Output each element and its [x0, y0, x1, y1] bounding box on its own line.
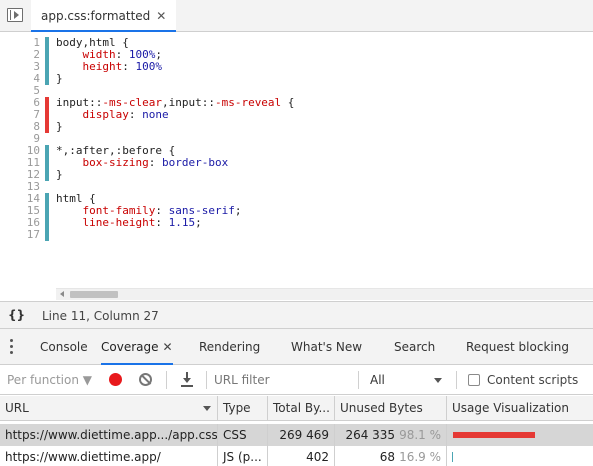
code-text: }: [56, 72, 63, 85]
code-line[interactable]: 7 display: none: [0, 109, 593, 121]
content-scripts-label: Content scripts: [487, 373, 579, 387]
code-line[interactable]: 8}: [0, 121, 593, 133]
url-cell: https://www.diettime.app.../app.css: [0, 424, 218, 446]
code-line[interactable]: 16 line-height: 1.15;: [0, 217, 593, 229]
column-header-unused-bytes[interactable]: Unused Bytes: [335, 396, 447, 420]
code-text: }: [56, 120, 63, 133]
column-header-usage-visualization[interactable]: Usage Visualization: [447, 396, 593, 420]
record-icon[interactable]: [109, 373, 122, 386]
code-text: display: none: [82, 108, 169, 121]
coverage-marker: [45, 121, 49, 133]
pretty-print-icon[interactable]: {}: [8, 308, 25, 322]
coverage-marker: [45, 157, 49, 169]
tab-console[interactable]: Console: [40, 329, 88, 365]
cursor-position: Line 11, Column 27: [42, 309, 159, 323]
used-bytes-bar: [452, 452, 453, 462]
more-menu-icon[interactable]: [10, 339, 14, 355]
code-text: box-sizing: border-box: [82, 156, 229, 169]
content-scripts-checkbox[interactable]: [468, 374, 480, 386]
coverage-marker: [45, 97, 49, 109]
coverage-toolbar: Per function ▼ All Content scripts: [0, 365, 593, 395]
coverage-marker: [45, 205, 49, 217]
tab-search[interactable]: Search: [394, 329, 435, 365]
file-tab-label: app.css:formatted: [41, 9, 151, 23]
tab-coverage[interactable]: Coverage ✕: [101, 329, 173, 365]
table-row[interactable]: https://www.diettime.app/JS (p... 402 68 16…: [0, 446, 593, 466]
code-line[interactable]: 4}: [0, 73, 593, 85]
tab-whats-new[interactable]: What's New: [291, 329, 362, 365]
type-filter-value: All: [370, 373, 385, 387]
scrollbar-thumb[interactable]: [70, 291, 118, 298]
unused-bytes-cell: 68 16.9 %: [335, 446, 447, 466]
unused-bytes-cell: 264 335 98.1 %: [335, 424, 447, 446]
file-tab-app-css[interactable]: app.css:formatted ✕: [31, 0, 177, 32]
code-editor[interactable]: 1 body,html {2 width: 100%; 3 height: 100%…: [0, 33, 593, 301]
toolbar-divider: [206, 371, 207, 389]
coverage-marker: [45, 37, 49, 49]
code-line[interactable]: 3 height: 100%: [0, 61, 593, 73]
unused-bytes-bar: [453, 432, 535, 438]
column-header-type[interactable]: Type: [218, 396, 268, 420]
chevron-down-icon: [434, 378, 442, 383]
total-bytes-cell: 402: [268, 446, 335, 466]
usage-visualization-cell: [447, 446, 593, 466]
coverage-marker: [45, 109, 49, 121]
coverage-marker: [45, 169, 49, 181]
type-cell: JS (p...: [218, 446, 268, 466]
coverage-marker: [45, 217, 49, 229]
code-line[interactable]: 17: [0, 229, 593, 241]
navigator-toggle-icon[interactable]: [7, 8, 23, 22]
per-function-select[interactable]: Per function ▼: [7, 373, 92, 387]
total-bytes-cell: 269 469: [268, 424, 335, 446]
usage-visualization-cell: [447, 424, 593, 446]
sort-down-icon: [203, 406, 211, 411]
code-text: }: [56, 168, 63, 181]
url-cell: https://www.diettime.app/: [0, 446, 218, 466]
coverage-table-header: URL Type Total By... Unused Bytes Usage …: [0, 396, 593, 421]
editor-tab-bar: app.css:formatted ✕: [0, 0, 593, 32]
coverage-marker: [45, 49, 49, 61]
coverage-marker: [45, 61, 49, 73]
tab-request-blocking[interactable]: Request blocking: [466, 329, 569, 365]
status-bar: {} Line 11, Column 27: [0, 301, 593, 329]
clear-icon[interactable]: [139, 373, 152, 386]
toolbar-divider: [166, 371, 167, 389]
coverage-marker: [45, 73, 49, 85]
url-filter-input[interactable]: [214, 370, 354, 390]
code-text: line-height: 1.15;: [82, 216, 202, 229]
horizontal-scrollbar[interactable]: [56, 288, 593, 300]
drawer-tab-bar: Console Coverage ✕ Rendering What's New S…: [0, 329, 593, 365]
column-header-total-bytes[interactable]: Total By...: [268, 396, 335, 420]
export-download-icon[interactable]: [180, 371, 194, 387]
code-text: height: 100%: [82, 60, 163, 73]
tab-close-icon[interactable]: ✕: [163, 340, 173, 354]
code-line[interactable]: 11 box-sizing: border-box: [0, 157, 593, 169]
coverage-marker: [45, 145, 49, 157]
close-icon[interactable]: ✕: [156, 9, 166, 23]
scroll-left-icon[interactable]: [60, 291, 64, 297]
table-row[interactable]: https://www.diettime.app.../app.css CSS 26…: [0, 424, 593, 446]
coverage-marker: [45, 229, 49, 241]
column-header-url[interactable]: URL: [0, 396, 218, 420]
tab-rendering[interactable]: Rendering: [199, 329, 260, 365]
type-filter-select[interactable]: All: [364, 369, 448, 391]
line-number[interactable]: 17: [4, 229, 40, 241]
coverage-marker: [45, 193, 49, 205]
code-line[interactable]: 12}: [0, 169, 593, 181]
type-cell: CSS: [218, 424, 268, 446]
toolbar-divider: [358, 371, 359, 389]
toolbar-divider: [456, 371, 457, 389]
